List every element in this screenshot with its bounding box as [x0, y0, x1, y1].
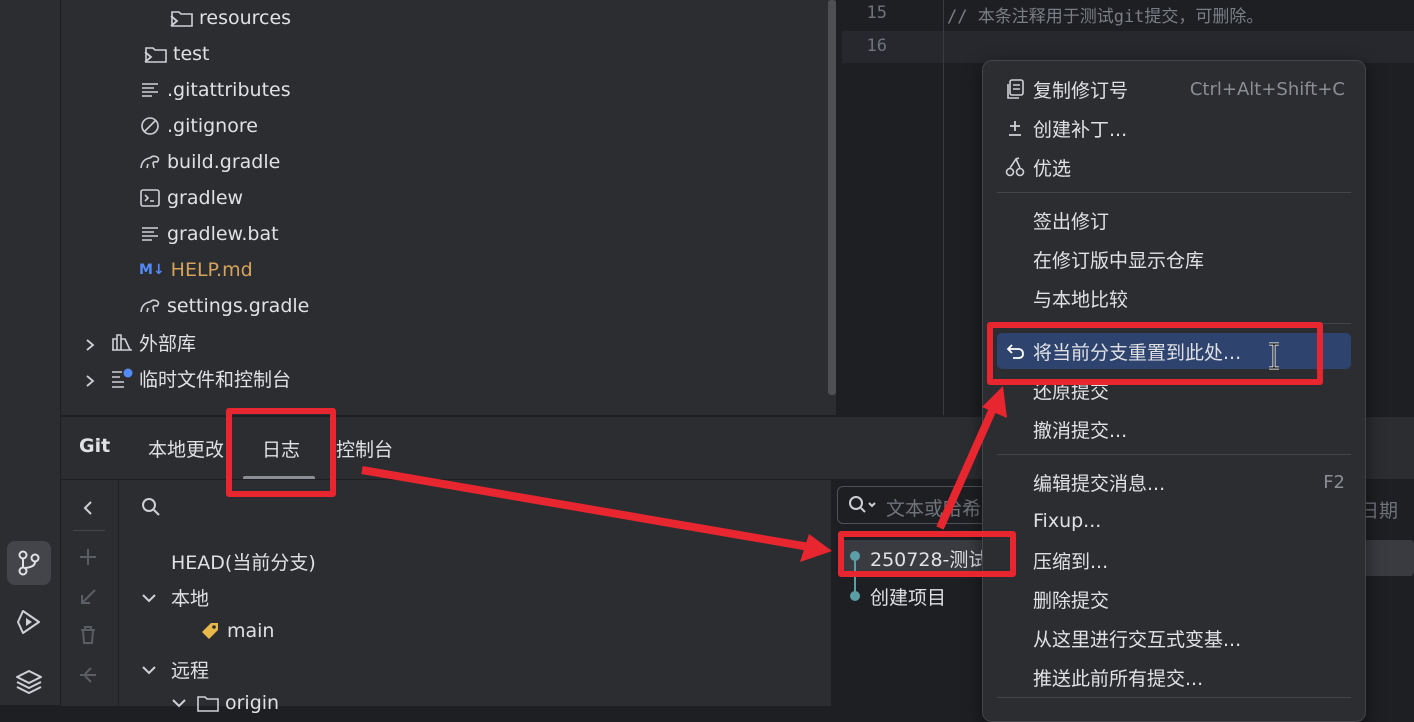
annotation-arrows [361, 386, 1007, 562]
annotation-arrow [361, 466, 816, 552]
annotation-arrow [936, 400, 1000, 530]
text-cursor-icon [1269, 342, 1279, 370]
arrowhead [800, 534, 832, 562]
